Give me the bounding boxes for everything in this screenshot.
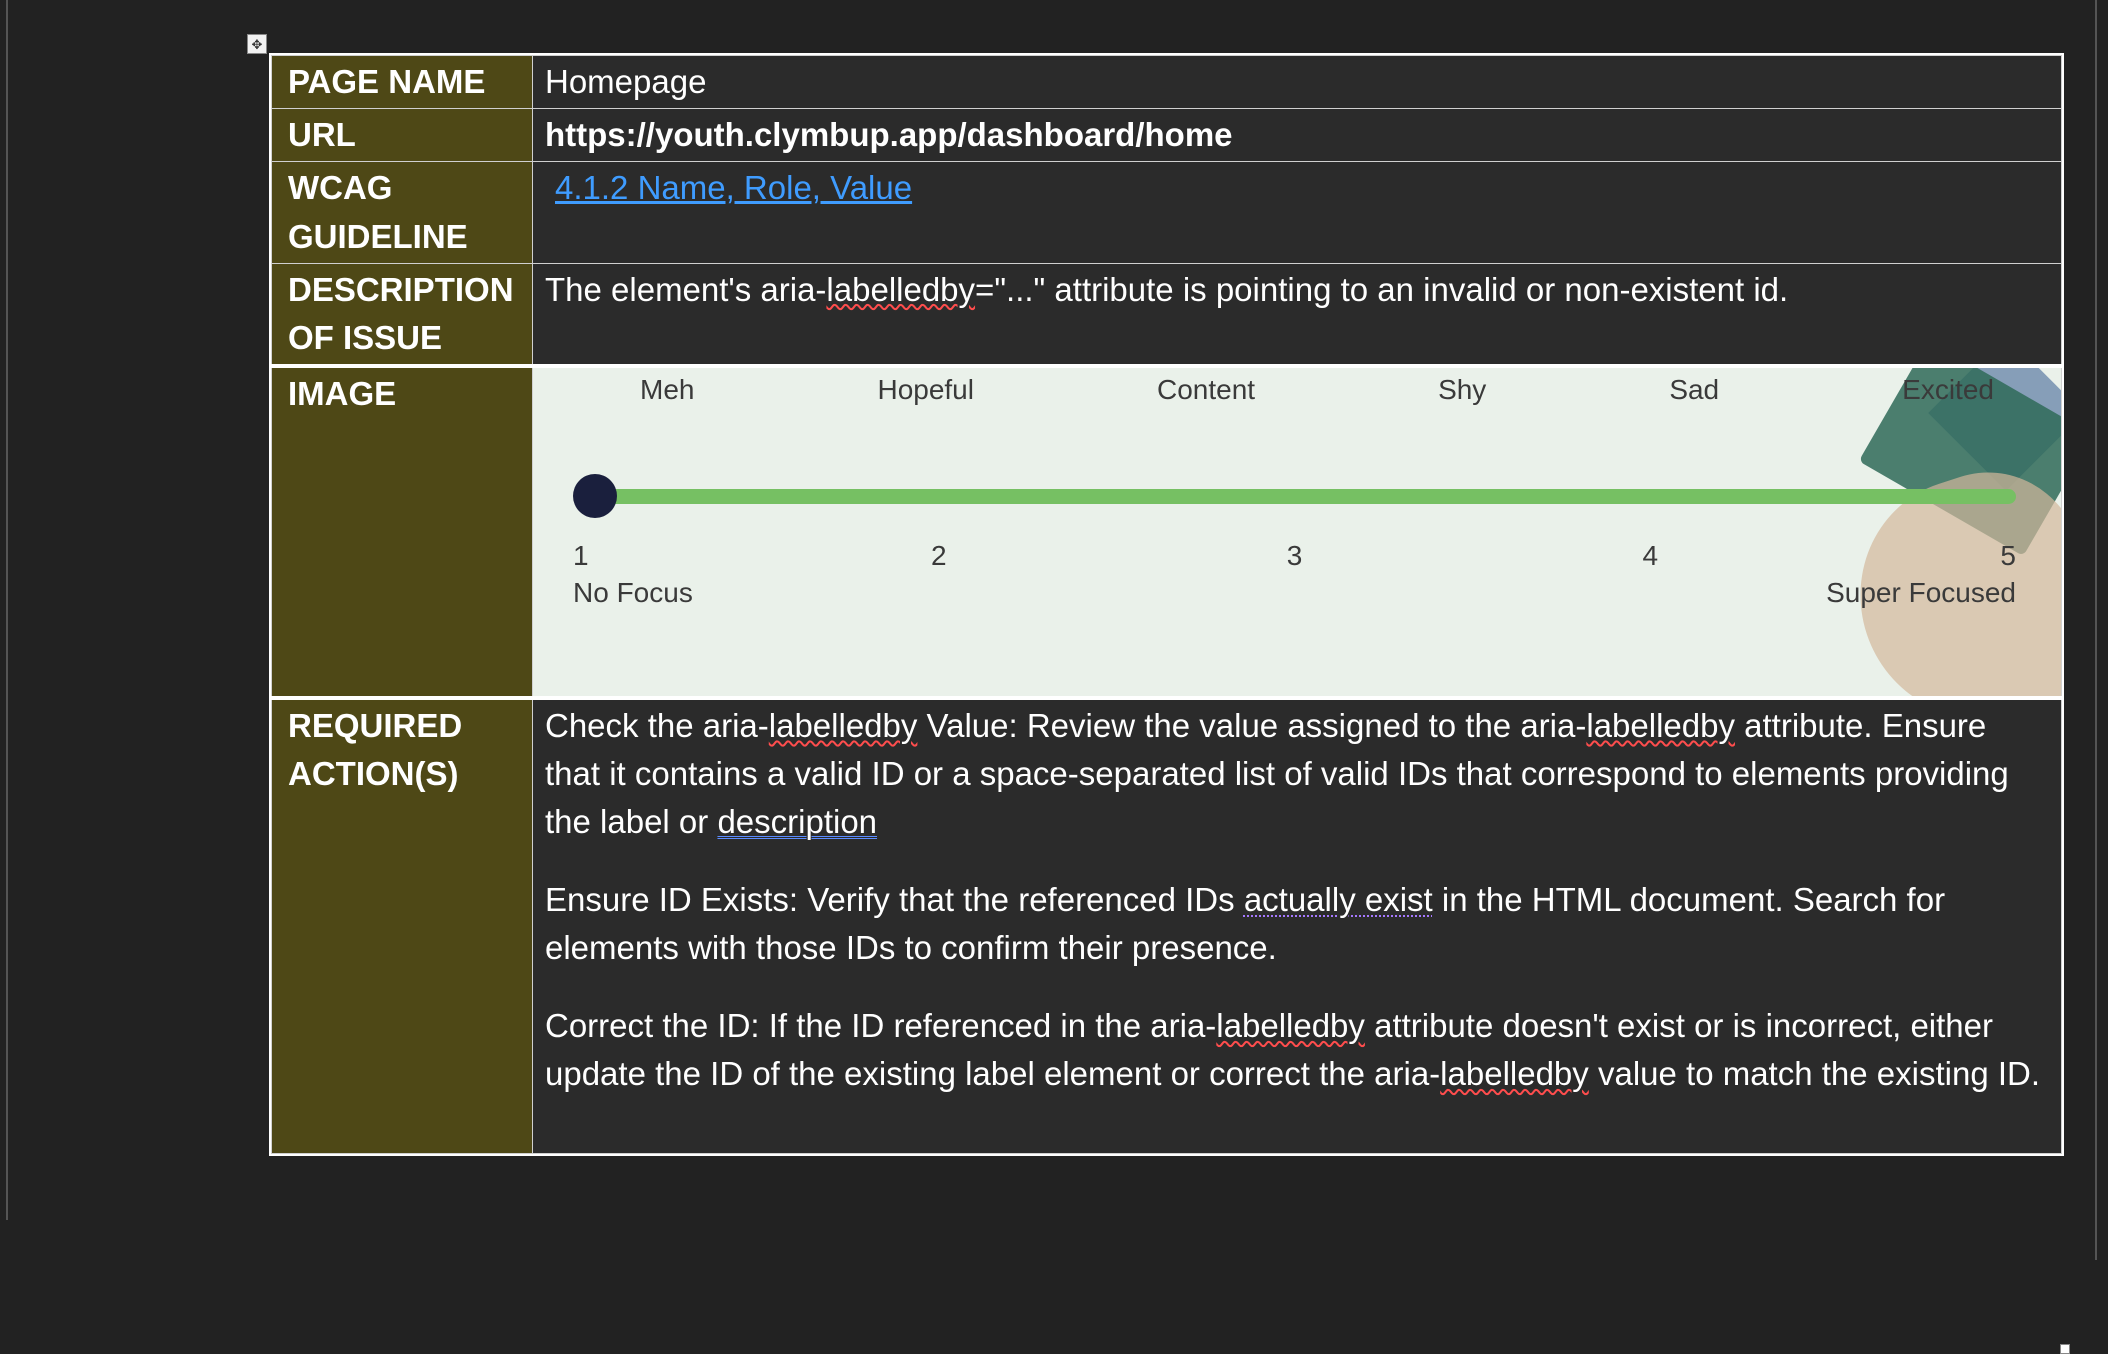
value-description: The element's aria-labelledby="..." attr… <box>533 263 2062 366</box>
margin-line-right <box>2095 0 2097 1260</box>
value-wcag: 4.1.2 Name, Role, Value <box>533 162 2062 263</box>
value-url: https://youth.clymbup.app/dashboard/home <box>533 109 2062 162</box>
slider-emotion-labels: Meh Hopeful Content Shy Sad Excited <box>533 370 2061 411</box>
value-actions: Check the aria-labelledby Value: Review … <box>533 698 2062 1154</box>
row-url: URL https://youth.clymbup.app/dashboard/… <box>272 109 2062 162</box>
row-wcag: WCAG GUIDELINE 4.1.2 Name, Role, Value <box>272 162 2062 263</box>
row-description: DESCRIPTION OF ISSUE The element's aria-… <box>272 263 2062 366</box>
value-image: Meh Hopeful Content Shy Sad Excited <box>533 366 2062 698</box>
label-image: IMAGE <box>272 366 533 698</box>
action-paragraph-2: Ensure ID Exists: Verify that the refere… <box>545 876 2049 972</box>
page-wrap: ✥ PAGE NAME Homepage URL https://youth.c… <box>0 0 2108 1350</box>
table-resize-handle-icon[interactable] <box>2060 1344 2070 1354</box>
margin-line-left <box>6 0 8 1220</box>
label-description: DESCRIPTION OF ISSUE <box>272 263 533 366</box>
slider-end-labels: No Focus Super Focused <box>573 573 2016 614</box>
label-actions: REQUIRED ACTION(S) <box>272 698 533 1154</box>
row-actions: REQUIRED ACTION(S) Check the aria-labell… <box>272 698 2062 1154</box>
screenshot-slider: Meh Hopeful Content Shy Sad Excited <box>533 368 2061 696</box>
row-page-name: PAGE NAME Homepage <box>272 56 2062 109</box>
slider-track[interactable] <box>593 489 2016 504</box>
issue-table: PAGE NAME Homepage URL https://youth.cly… <box>269 53 2064 1156</box>
screenshot-corner-art <box>1821 368 2061 696</box>
label-page-name: PAGE NAME <box>272 56 533 109</box>
value-page-name: Homepage <box>533 56 2062 109</box>
slider-thumb[interactable] <box>573 474 617 518</box>
slider-tick-numbers: 1 2 3 4 5 <box>573 536 2016 577</box>
action-paragraph-3: Correct the ID: If the ID referenced in … <box>545 1002 2049 1098</box>
slider-track-wrap <box>573 472 2016 516</box>
table-move-handle-icon[interactable]: ✥ <box>247 34 267 54</box>
wcag-guideline-link[interactable]: 4.1.2 Name, Role, Value <box>545 164 918 212</box>
row-image: IMAGE Meh Hopeful Content Shy <box>272 366 2062 698</box>
label-url: URL <box>272 109 533 162</box>
action-paragraph-1: Check the aria-labelledby Value: Review … <box>545 702 2049 847</box>
label-wcag: WCAG GUIDELINE <box>272 162 533 263</box>
